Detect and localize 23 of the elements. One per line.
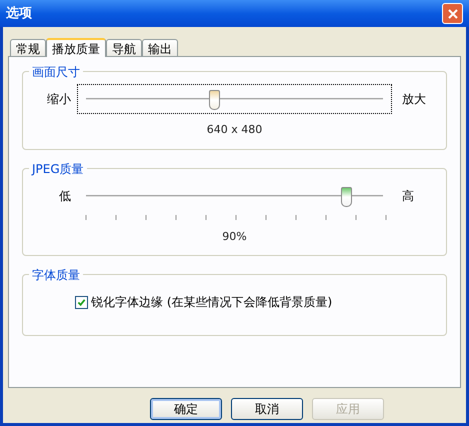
close-icon — [448, 8, 458, 18]
slider[interactable] — [77, 84, 392, 114]
slider-thumb[interactable] — [208, 90, 220, 110]
group-title: 字体质量 — [29, 266, 83, 284]
dialog-button[interactable]: 确定 — [150, 398, 222, 420]
slider-reading: 90% — [222, 228, 247, 244]
close-button[interactable] — [442, 3, 463, 24]
slider-max-label: 放大 — [401, 91, 427, 108]
group-title: 画面尺寸 — [29, 63, 83, 81]
slider-min-label: 缩小 — [46, 91, 72, 108]
tab[interactable]: 输出 — [142, 39, 178, 56]
tab[interactable]: 播放质量 — [46, 38, 106, 57]
check-icon — [77, 298, 86, 306]
tab[interactable]: 导航 — [106, 39, 142, 56]
checkbox-option[interactable]: 锐化字体边缘 (在某些情况下会降低背景质量) — [75, 293, 440, 311]
tab[interactable]: 常规 — [10, 39, 46, 56]
slider-max-label: 高 — [401, 188, 415, 204]
checkbox[interactable] — [75, 296, 88, 308]
slider-reading: 640 x 480 — [206, 122, 262, 138]
dialog-button[interactable]: 取消 — [231, 398, 303, 420]
slider-min-label: 低 — [58, 188, 72, 204]
slider-thumb[interactable] — [340, 186, 352, 206]
window-title: 选项 — [6, 4, 32, 23]
